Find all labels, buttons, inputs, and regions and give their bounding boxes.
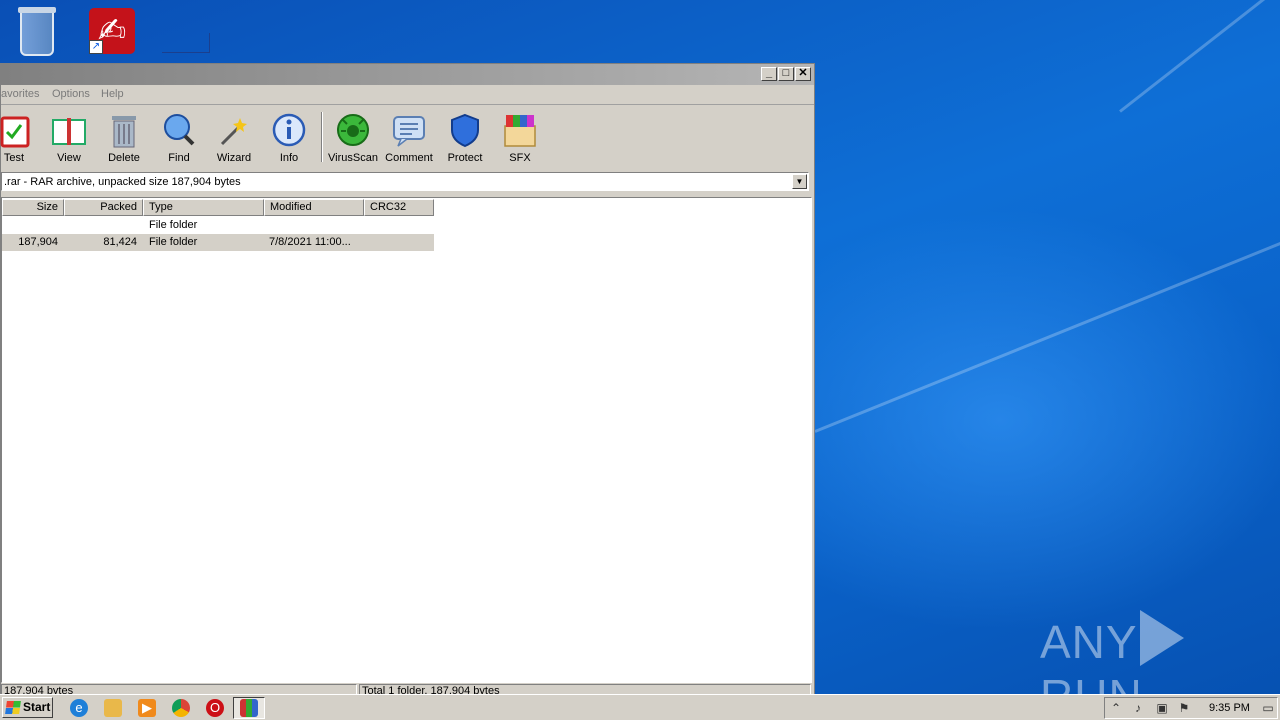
file-list[interactable]: Size Packed Type Modified CRC32 File fol… [1, 197, 812, 683]
protect-icon [451, 113, 479, 148]
chrome-icon[interactable] [172, 699, 190, 717]
info-icon [272, 113, 306, 147]
delete-label: Delete [108, 152, 140, 164]
start-button[interactable]: Start [2, 697, 53, 718]
delete-icon [112, 116, 136, 148]
winrar-icon [240, 699, 258, 717]
toolbar: Test View Delete Find Wizard Info VirusS… [0, 106, 814, 168]
find-label: Find [168, 152, 190, 164]
wizard-label: Wizard [216, 152, 252, 164]
winrar-window: _ □ ✕ avorites Options Help Test View De… [0, 63, 815, 696]
wallpaper-streak [1119, 0, 1279, 113]
test-button[interactable]: Test [0, 110, 42, 166]
cell-type: File folder [149, 236, 198, 248]
toolbar-separator [321, 112, 323, 162]
minimize-button[interactable]: _ [761, 67, 777, 81]
table-row[interactable]: 187,904 81,424 File folder 7/8/2021 11:0… [2, 234, 434, 251]
winrar-task-button[interactable] [233, 697, 265, 719]
recycle-bin-icon[interactable] [10, 6, 70, 62]
sfx-label: SFX [509, 152, 531, 164]
virusscan-label: VirusScan [328, 152, 378, 164]
comment-label: Comment [385, 152, 433, 164]
column-type[interactable]: Type [143, 199, 264, 216]
clock[interactable]: 9:35 PM [1209, 702, 1250, 714]
system-tray: ⌃ ♪ ▣ ⚑ 9:35 PM ▭ [1104, 697, 1278, 719]
info-label: Info [279, 152, 299, 164]
dropdown-arrow-icon[interactable]: ▼ [792, 174, 807, 189]
table-row[interactable]: File folder [2, 217, 434, 234]
test-label: Test [3, 152, 25, 164]
find-button[interactable]: Find [151, 110, 207, 166]
protect-label: Protect [447, 152, 483, 164]
file-explorer-icon[interactable] [104, 699, 122, 717]
close-button[interactable]: ✕ [795, 67, 811, 81]
cell-type: File folder [149, 219, 198, 231]
find-icon [164, 114, 195, 146]
archive-path-text: .rar - RAR archive, unpacked size 187,90… [4, 176, 241, 188]
windows-logo-icon [5, 701, 21, 714]
acrobat-reader-icon[interactable]: ✍ ↗ [85, 6, 145, 62]
network-icon[interactable]: ▣ [1155, 701, 1169, 715]
virusscan-button[interactable]: VirusScan [325, 110, 381, 166]
menu-favorites[interactable]: avorites [1, 88, 40, 100]
taskbar: Start e ▶ O ⌃ ♪ ▣ ⚑ 9:35 PM ▭ [0, 694, 1280, 720]
delete-button[interactable]: Delete [96, 110, 152, 166]
archive-path-combo[interactable]: .rar - RAR archive, unpacked size 187,90… [1, 172, 809, 191]
comment-icon [393, 116, 425, 147]
test-icon [0, 116, 30, 148]
virusscan-icon [337, 114, 369, 146]
comment-button[interactable]: Comment [381, 110, 437, 166]
view-label: View [57, 152, 81, 164]
view-icon [52, 118, 86, 145]
action-center-flag-icon[interactable]: ⚑ [1177, 701, 1191, 715]
volume-icon[interactable]: ♪ [1131, 701, 1145, 715]
column-packed[interactable]: Packed [64, 199, 143, 216]
wizard-button[interactable]: Wizard [206, 110, 262, 166]
menu-options[interactable]: Options [52, 88, 90, 100]
internet-explorer-icon[interactable]: e [70, 699, 88, 717]
title-bar[interactable]: _ □ ✕ [1, 64, 814, 85]
menu-help[interactable]: Help [101, 88, 124, 100]
sfx-button[interactable]: SFX [492, 110, 548, 166]
maximize-button[interactable]: □ [778, 67, 794, 81]
media-player-icon[interactable]: ▶ [138, 699, 156, 717]
column-size[interactable]: Size [2, 199, 64, 216]
shortcut-arrow-icon: ↗ [89, 40, 103, 54]
sfx-icon [504, 115, 536, 147]
wallpaper-streak [814, 92, 1280, 433]
cell-modified: 7/8/2021 11:00... [269, 236, 351, 248]
cell-size: 187,904 [18, 236, 58, 248]
wizard-icon [220, 118, 247, 146]
desktop-selection [162, 33, 210, 53]
view-button[interactable]: View [41, 110, 97, 166]
opera-icon[interactable]: O [206, 699, 224, 717]
menu-bar: avorites Options Help [1, 85, 814, 105]
start-label: Start [23, 700, 51, 714]
play-icon [1139, 610, 1184, 666]
column-modified[interactable]: Modified [264, 199, 364, 216]
show-desktop-icon[interactable]: ▭ [1261, 701, 1275, 715]
tray-expand-icon[interactable]: ⌃ [1109, 701, 1123, 715]
protect-button[interactable]: Protect [437, 110, 493, 166]
column-crc32[interactable]: CRC32 [364, 199, 434, 216]
cell-packed: 81,424 [103, 236, 137, 248]
info-button[interactable]: Info [261, 110, 317, 166]
